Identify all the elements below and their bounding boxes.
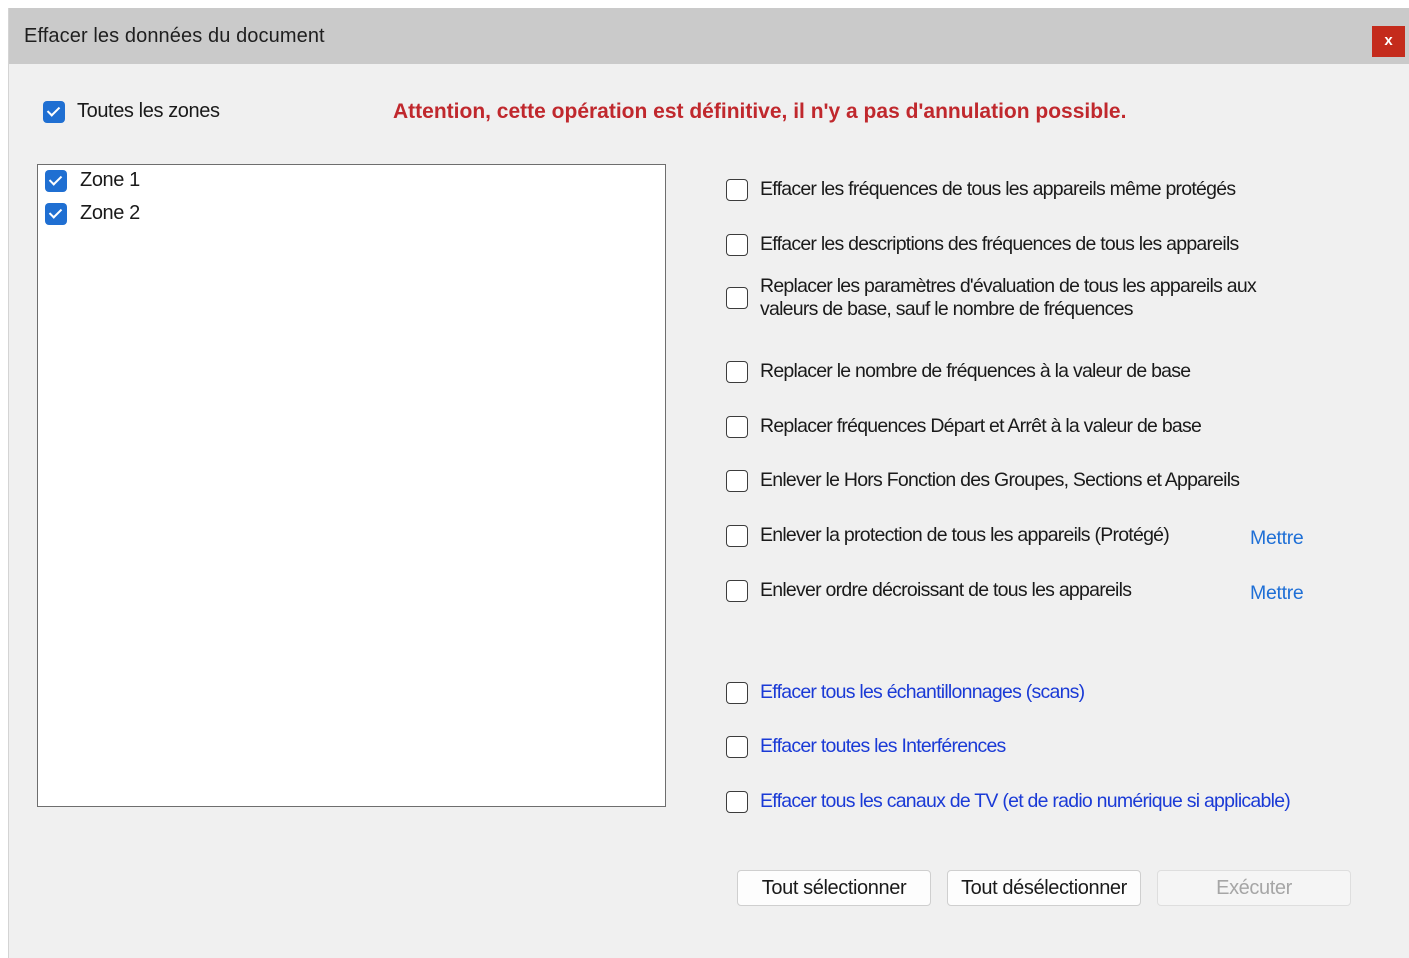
- option-reset-evaluation-params[interactable]: Replacer les paramètres d'évaluation de …: [726, 275, 1257, 321]
- checkbox-icon[interactable]: [726, 681, 748, 704]
- option-label: Effacer tous les canaux de TV (et de rad…: [760, 790, 1291, 812]
- checkbox-icon[interactable]: [726, 233, 748, 256]
- option-remove-descending-order[interactable]: Enlever ordre décroissant de tous les ap…: [726, 579, 1132, 602]
- option-label: Replacer les paramètres d'évaluation de …: [760, 275, 1257, 321]
- option-clear-scans[interactable]: Effacer tous les échantillonnages (scans…: [726, 681, 1085, 704]
- window-title: Effacer les données du document: [24, 25, 325, 47]
- zone-list[interactable]: Zone 1 Zone 2: [37, 164, 666, 807]
- checkbox-icon[interactable]: [726, 360, 748, 383]
- option-clear-interferences[interactable]: Effacer toutes les Interférences: [726, 735, 1006, 758]
- zone-label: Zone 1: [80, 169, 140, 191]
- zone-label: Zone 2: [80, 202, 140, 224]
- checkbox-icon[interactable]: [726, 415, 748, 438]
- option-label: Replacer le nombre de fréquences à la va…: [760, 360, 1191, 382]
- option-reset-start-stop[interactable]: Replacer fréquences Départ et Arrêt à la…: [726, 415, 1202, 438]
- option-label: Effacer tous les échantillonnages (scans…: [760, 681, 1085, 703]
- checkbox-icon[interactable]: [45, 169, 67, 192]
- all-zones-label: Toutes les zones: [77, 100, 220, 122]
- checkbox-icon[interactable]: [43, 100, 65, 123]
- option-clear-descriptions[interactable]: Effacer les descriptions des fréquences …: [726, 233, 1239, 256]
- mettre-protection-link[interactable]: Mettre: [1250, 527, 1304, 550]
- warning-message: Attention, cette opération est définitiv…: [393, 100, 1127, 123]
- option-clear-tv-channels[interactable]: Effacer tous les canaux de TV (et de rad…: [726, 790, 1291, 813]
- option-label: Enlever le Hors Fonction des Groupes, Se…: [760, 469, 1240, 491]
- option-remove-off-function[interactable]: Enlever le Hors Fonction des Groupes, Se…: [726, 469, 1240, 492]
- mettre-descending-link[interactable]: Mettre: [1250, 582, 1304, 605]
- option-label: Enlever la protection de tous les appare…: [760, 524, 1170, 546]
- checkbox-icon[interactable]: [726, 469, 748, 492]
- deselect-all-button[interactable]: Tout désélectionner: [947, 870, 1141, 906]
- option-clear-frequencies[interactable]: Effacer les fréquences de tous les appar…: [726, 178, 1236, 201]
- option-label: Effacer les fréquences de tous les appar…: [760, 178, 1236, 200]
- execute-button[interactable]: Exécuter: [1157, 870, 1351, 906]
- option-label: Effacer les descriptions des fréquences …: [760, 233, 1239, 255]
- option-remove-protection[interactable]: Enlever la protection de tous les appare…: [726, 524, 1170, 547]
- zone-item[interactable]: Zone 2: [45, 202, 140, 225]
- option-label: Replacer fréquences Départ et Arrêt à la…: [760, 415, 1202, 437]
- checkbox-icon[interactable]: [726, 579, 748, 602]
- title-bar: Effacer les données du document x: [9, 8, 1409, 64]
- zone-item[interactable]: Zone 1: [45, 169, 140, 192]
- checkbox-icon[interactable]: [726, 790, 748, 813]
- checkbox-icon[interactable]: [726, 287, 748, 309]
- all-zones-checkbox[interactable]: Toutes les zones: [43, 100, 220, 123]
- select-all-button[interactable]: Tout sélectionner: [737, 870, 931, 906]
- option-label: Enlever ordre décroissant de tous les ap…: [760, 579, 1132, 601]
- option-label: Effacer toutes les Interférences: [760, 735, 1006, 757]
- checkbox-icon[interactable]: [45, 202, 67, 225]
- checkbox-icon[interactable]: [726, 178, 748, 201]
- checkbox-icon[interactable]: [726, 524, 748, 547]
- option-label-line2: valeurs de base, sauf le nombre de fréqu…: [760, 298, 1134, 320]
- close-button[interactable]: x: [1372, 26, 1405, 57]
- checkbox-icon[interactable]: [726, 735, 748, 758]
- option-reset-frequency-count[interactable]: Replacer le nombre de fréquences à la va…: [726, 360, 1191, 383]
- option-label-line1: Replacer les paramètres d'évaluation de …: [760, 275, 1257, 297]
